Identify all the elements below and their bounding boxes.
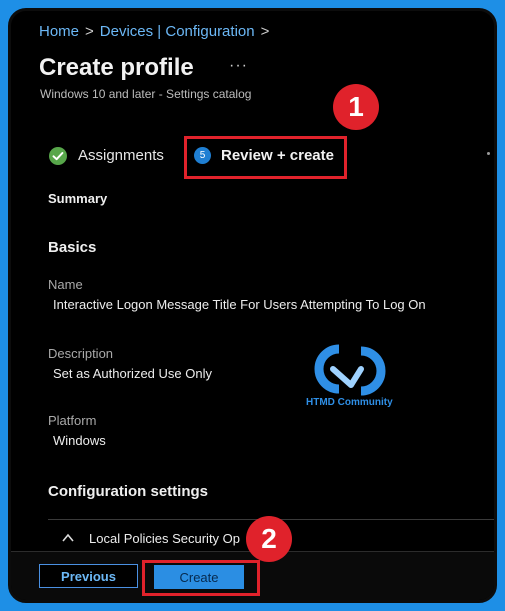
callout-highlight-create <box>142 560 260 596</box>
platform-label: Platform <box>48 413 97 428</box>
name-value: Interactive Logon Message Title For User… <box>53 297 426 312</box>
callout-highlight-review <box>184 136 347 179</box>
page-subtitle: Windows 10 and later - Settings catalog <box>40 87 252 101</box>
checkmark-circle-icon <box>49 147 67 165</box>
description-value: Set as Authorized Use Only <box>53 366 212 381</box>
watermark-text: HTMD Community <box>306 397 393 408</box>
app-window: Home > Devices | Configuration > Create pro… <box>8 8 497 603</box>
step-assignments[interactable]: Assignments <box>78 147 164 164</box>
overflow-dot <box>487 152 490 155</box>
chevron-right-icon: > <box>260 23 270 40</box>
more-options-icon[interactable]: ··· <box>229 57 248 75</box>
previous-button[interactable]: Previous <box>39 564 138 588</box>
callout-badge-2: 2 <box>246 516 292 562</box>
chevron-up-icon[interactable] <box>61 531 75 545</box>
breadcrumb-devices-configuration[interactable]: Devices | Configuration <box>100 23 255 40</box>
local-policies-section[interactable]: Local Policies Security Op <box>89 531 240 546</box>
platform-value: Windows <box>53 433 106 448</box>
summary-heading: Summary <box>48 191 108 206</box>
name-label: Name <box>48 277 83 292</box>
page-title: Create profile <box>39 54 194 81</box>
callout-badge-1: 1 <box>333 84 379 130</box>
description-label: Description <box>48 346 114 361</box>
configuration-settings-heading: Configuration settings <box>48 483 208 500</box>
breadcrumb-home[interactable]: Home <box>39 23 79 40</box>
breadcrumb: Home > Devices | Configuration > <box>39 23 275 40</box>
chevron-right-icon: > <box>85 23 94 40</box>
basics-heading: Basics <box>48 239 97 256</box>
